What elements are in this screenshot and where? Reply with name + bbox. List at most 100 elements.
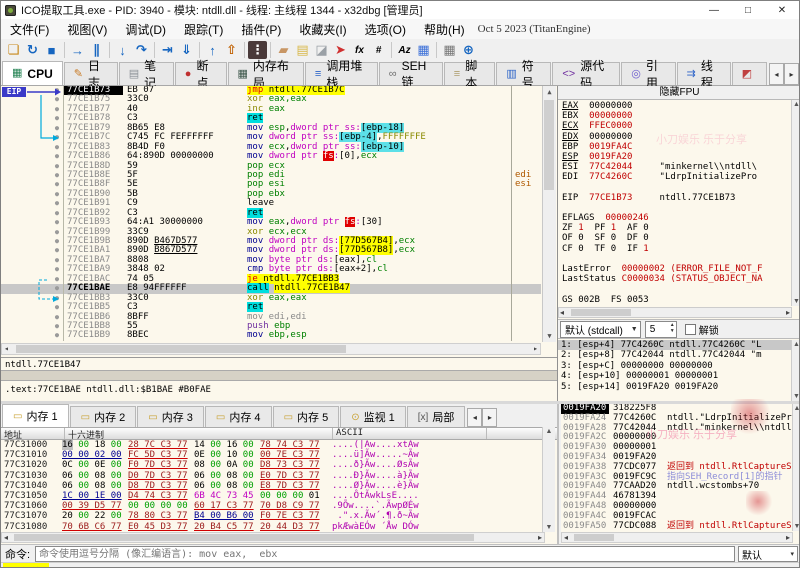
menu-item-插[interactable]: 插件(P) — [232, 19, 290, 40]
minimize-button[interactable]: — — [697, 1, 731, 19]
dump-row[interactable]: 77C31070 20 00 22 00 78 80 C3 77 B4 00 B6 … — [1, 511, 545, 521]
tab-scroll-left-icon[interactable]: ◂ — [769, 63, 784, 85]
tab-locals[interactable]: [x] 局部 — [406, 406, 466, 427]
step-deep-icon[interactable]: ⇓ — [177, 41, 196, 59]
tab-script[interactable]: ≡ 脚本 — [443, 59, 496, 90]
tab-dump-2[interactable]: ▭ 内存 2 — [69, 406, 137, 427]
breakpoint-dot-icon[interactable]: ● — [51, 218, 64, 228]
disasm-vscrollbar[interactable]: ▲ ▼ — [542, 86, 556, 342]
breakpoint-dot-icon[interactable]: ● — [51, 189, 64, 200]
stack-row[interactable]: 0019FA50 77CDC088 返回到 ntdll.RtlCaptureStac… — [561, 521, 793, 531]
tab-scroll-right-icon[interactable]: ▸ — [784, 63, 799, 85]
calling-convention-select[interactable]: 默认 (stdcall) ▼ — [560, 320, 641, 338]
dump-hscrollbar[interactable]: ◂ ▸ — [1, 532, 545, 543]
menu-item-跟[interactable]: 跟踪(T) — [175, 19, 232, 40]
text-az-icon[interactable]: Az — [395, 41, 414, 59]
menu-item-文[interactable]: 文件(F) — [1, 19, 58, 40]
register-line[interactable]: EIP 77CE1B73 ntdll.77CE1B73 — [558, 193, 786, 203]
dump-tab-scroll-left-icon[interactable]: ◂ — [467, 408, 483, 427]
open-file-icon[interactable]: ❏ — [4, 41, 23, 59]
breakpoint-dot-icon[interactable]: ● — [51, 123, 64, 134]
argument-line[interactable]: 1: [esp+4] 77C4260C ntdll.77C4260C "L — [558, 340, 792, 351]
dump-row[interactable]: 77C31010 00 00 02 00 FC 5D C3 77 0E 00 10 0… — [1, 450, 545, 460]
registers-vscrollbar[interactable]: ▲ ▼ — [791, 100, 799, 306]
arg-count-stepper[interactable]: 5 ▲ ▼ — [644, 320, 677, 338]
run-icon[interactable]: → — [68, 41, 87, 59]
breakpoint-dot-icon[interactable]: ● — [51, 303, 64, 313]
register-line[interactable]: ECX FFEC0000 — [558, 121, 786, 131]
stack-hscrollbar[interactable]: ◂ ▸ — [561, 532, 793, 543]
tab-symbols[interactable]: ▥ 符号 — [496, 59, 552, 90]
arguments-vscrollbar[interactable]: ▲ ▼ — [791, 340, 799, 401]
log-hash-icon[interactable]: # — [369, 41, 388, 59]
stack-vscrollbar[interactable]: ▲ ▼ — [792, 404, 799, 531]
register-line[interactable]: LastStatus C0000034 (STATUS_OBJECT_NA — [558, 274, 786, 284]
dump-row[interactable]: 77C31030 06 00 08 00 D0 7D C3 77 06 00 08 … — [1, 471, 545, 481]
disasm-hscrollbar[interactable]: ◂ ▸ — [1, 343, 541, 355]
dump-row[interactable]: 77C31000 16 00 18 00 28 7C C3 77 14 00 16 … — [1, 440, 545, 450]
tab-watch-1[interactable]: ⊙ 监视 1 — [340, 406, 406, 427]
breakpoint-dot-icon[interactable]: ● — [51, 321, 64, 332]
menu-item-选[interactable]: 选项(O) — [356, 19, 415, 40]
calculator-icon[interactable]: ▦ — [440, 41, 459, 59]
register-line[interactable] — [558, 203, 786, 213]
dump-row[interactable]: 77C31060 00 39 D5 77 00 00 00 00 60 17 C3 … — [1, 501, 545, 511]
argument-line[interactable]: 5: [esp+14] 0019FA20 0019FA20 — [558, 382, 792, 392]
register-line[interactable]: EFLAGS 00000246 — [558, 213, 786, 223]
tab-breakpoints[interactable]: ● 断点 — [174, 59, 227, 90]
register-line[interactable]: EBP 0019FA4C — [558, 142, 786, 152]
breakpoint-dot-icon[interactable]: ● — [51, 133, 64, 143]
argument-line[interactable]: 2: [esp+8] 77C42044 ntdll.77C42044 "m — [558, 350, 792, 360]
dump-row[interactable]: 77C31040 06 00 08 00 D8 7D C3 77 06 00 08 … — [1, 481, 545, 491]
register-line[interactable]: ESP 0019FA20 — [558, 152, 786, 162]
breakpoint-dot-icon[interactable]: ● — [51, 312, 64, 322]
register-line[interactable]: EDI 77C4260C "LdrpInitializePro — [558, 172, 786, 182]
hide-fpu-button[interactable]: 隐藏FPU — [558, 86, 799, 100]
argument-line[interactable]: 4: [esp+10] 00000001 00000001 — [558, 371, 792, 381]
tab-call-stack[interactable]: ≡ 调用堆栈 — [304, 59, 378, 90]
breakpoint-dot-icon[interactable]: ● — [51, 152, 64, 162]
tab-source[interactable]: <> 源代码 — [552, 59, 621, 90]
breakpoint-dot-icon[interactable]: ● — [51, 104, 64, 115]
register-line[interactable]: EBX 00000000 — [558, 111, 786, 121]
breakpoint-dot-icon[interactable]: ● — [51, 227, 64, 238]
dump-row[interactable]: 77C31080 70 6B C6 77 E0 45 D3 77 20 B4 C5 7… — [1, 522, 545, 532]
breakpoint-dot-icon[interactable]: ● — [51, 170, 64, 181]
tab-dump-5[interactable]: ▭ 内存 5 — [272, 406, 340, 427]
unlock-checkbox[interactable] — [684, 323, 696, 335]
breakpoint-dot-icon[interactable]: ● — [51, 237, 64, 247]
registers-hscrollbar[interactable]: ◂ ▸ — [558, 307, 792, 318]
tab-dump-4[interactable]: ▭ 内存 4 — [204, 406, 272, 427]
tab-dump-3[interactable]: ▭ 内存 3 — [137, 406, 204, 427]
tab-notes[interactable]: ▤ 笔记 — [118, 59, 174, 90]
register-line[interactable] — [558, 284, 786, 294]
menu-item-帮[interactable]: 帮助(H) — [415, 19, 474, 40]
tab-references[interactable]: ◎ 引用 — [621, 59, 676, 90]
tab-cpu[interactable]: ▦ CPU — [2, 61, 63, 85]
tab-dump-1[interactable]: ▭ 内存 1 — [2, 404, 69, 427]
breakpoint-dot-icon[interactable]: ● — [51, 199, 64, 209]
scylla-phone-icon[interactable]: ▦ — [414, 41, 433, 59]
breakpoint-dot-icon[interactable]: ● — [51, 284, 64, 294]
register-line[interactable]: OF 0 SF 0 DF 0 — [558, 233, 786, 243]
tab-threads[interactable]: ⇉ 线程 — [676, 59, 731, 90]
command-input[interactable] — [35, 546, 735, 562]
breakpoint-dot-icon[interactable]: ● — [51, 293, 64, 304]
breakpoint-dot-icon[interactable]: ● — [51, 255, 64, 266]
register-line[interactable]: ESI 77C42044 "minkernel\\ntdll\ — [558, 162, 786, 172]
disasm-splitter[interactable] — [1, 370, 557, 381]
register-line[interactable] — [558, 183, 786, 193]
run-to-user-code-icon[interactable]: ⇧ — [222, 41, 241, 59]
register-line[interactable]: LastError 00000002 (ERROR_FILE_NOT_F — [558, 264, 786, 274]
breakpoint-dot-icon[interactable]: ● — [51, 114, 64, 124]
argument-line[interactable]: 3: [esp+C] 00000000 00000000 — [558, 361, 792, 371]
menu-item-收[interactable]: 收藏夹(I) — [290, 19, 355, 40]
register-line[interactable]: CF 0 TF 0 IF 1 — [558, 244, 786, 254]
breakpoint-dot-icon[interactable]: ● — [51, 331, 64, 341]
register-line[interactable]: ZF 1 PF 1 AF 0 — [558, 223, 786, 233]
close-button[interactable]: ✕ — [765, 1, 799, 19]
breakpoint-dot-icon[interactable]: ● — [51, 161, 64, 171]
maximize-button[interactable]: □ — [731, 1, 765, 19]
menu-item-调[interactable]: 调试(D) — [116, 19, 175, 40]
tab-log[interactable]: ✎ 日志 — [63, 59, 118, 90]
